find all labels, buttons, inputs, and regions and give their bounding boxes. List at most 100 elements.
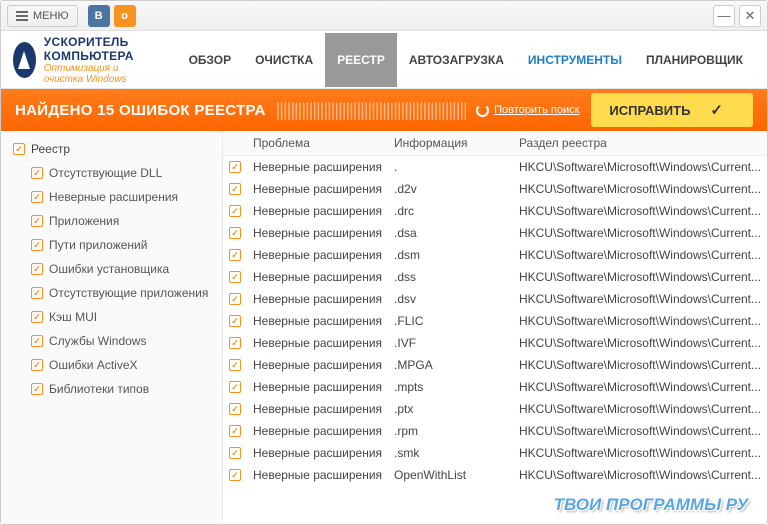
table-row[interactable]: Неверные расширения.IVFHKCU\Software\Mic…: [223, 332, 767, 354]
vk-button[interactable]: B: [88, 5, 110, 27]
checkbox-icon[interactable]: [31, 263, 43, 275]
checkbox-icon[interactable]: [31, 335, 43, 347]
cell-problem: Неверные расширения: [247, 310, 388, 332]
sidebar-item[interactable]: Приложения: [1, 209, 222, 233]
table-row[interactable]: Неверные расширения.d2vHKCU\Software\Mic…: [223, 178, 767, 200]
cell-section: HKCU\Software\Microsoft\Windows\Current.…: [513, 244, 767, 266]
table-row[interactable]: Неверные расширенияOpenWithListHKCU\Soft…: [223, 464, 767, 486]
checkbox-icon[interactable]: [31, 239, 43, 251]
repeat-search-link[interactable]: Повторить поиск: [476, 104, 579, 117]
checkbox-icon[interactable]: [229, 161, 241, 173]
fix-label: ИСПРАВИТЬ: [609, 103, 690, 118]
cell-section: HKCU\Software\Microsoft\Windows\Current.…: [513, 178, 767, 200]
nav-cleanup[interactable]: ОЧИСТКА: [243, 33, 325, 87]
table-row[interactable]: Неверные расширения.drcHKCU\Software\Mic…: [223, 200, 767, 222]
checkbox-icon[interactable]: [229, 359, 241, 371]
nav-overview[interactable]: ОБЗОР: [177, 33, 244, 87]
checkbox-icon[interactable]: [229, 315, 241, 327]
sidebar-item-label: Приложения: [49, 214, 119, 228]
cell-info: .MPGA: [388, 354, 513, 376]
nav-tools[interactable]: ИНСТРУМЕНТЫ: [516, 33, 634, 87]
checkbox-icon[interactable]: [31, 359, 43, 371]
table-row[interactable]: Неверные расширения.HKCU\Software\Micros…: [223, 156, 767, 179]
cell-info: .drc: [388, 200, 513, 222]
checkbox-icon[interactable]: [229, 271, 241, 283]
checkbox-icon[interactable]: [31, 215, 43, 227]
checkbox-icon[interactable]: [229, 447, 241, 459]
checkbox-icon[interactable]: [31, 383, 43, 395]
checkbox-icon[interactable]: [229, 205, 241, 217]
checkbox-icon[interactable]: [31, 311, 43, 323]
cell-problem: Неверные расширения: [247, 266, 388, 288]
checkbox-icon[interactable]: [229, 469, 241, 481]
cell-info: .ptx: [388, 398, 513, 420]
table-row[interactable]: Неверные расширения.mptsHKCU\Software\Mi…: [223, 376, 767, 398]
sidebar-header[interactable]: Реестр: [1, 137, 222, 161]
sidebar-item[interactable]: Отсутствующие DLL: [1, 161, 222, 185]
checkbox-icon[interactable]: [13, 143, 25, 155]
fix-button[interactable]: ИСПРАВИТЬ ✓: [591, 93, 753, 127]
sidebar-item[interactable]: Службы Windows: [1, 329, 222, 353]
cell-info: .dsm: [388, 244, 513, 266]
cell-info: .d2v: [388, 178, 513, 200]
nav-registry[interactable]: РЕЕСТР: [325, 33, 397, 87]
nav-autostart[interactable]: АВТОЗАГРУЗКА: [397, 33, 516, 87]
cell-problem: Неверные расширения: [247, 222, 388, 244]
checkbox-icon[interactable]: [229, 381, 241, 393]
cell-problem: Неверные расширения: [247, 354, 388, 376]
checkbox-icon[interactable]: [229, 337, 241, 349]
sidebar-item[interactable]: Библиотеки типов: [1, 377, 222, 401]
cell-section: HKCU\Software\Microsoft\Windows\Current.…: [513, 442, 767, 464]
table-row[interactable]: Неверные расширения.dsmHKCU\Software\Mic…: [223, 244, 767, 266]
table-row[interactable]: Неверные расширения.dsaHKCU\Software\Mic…: [223, 222, 767, 244]
menu-button[interactable]: МЕНЮ: [7, 5, 78, 27]
checkbox-icon[interactable]: [31, 287, 43, 299]
social-buttons: B o: [88, 5, 136, 27]
sidebar-item[interactable]: Отсутствующие приложения: [1, 281, 222, 305]
checkbox-icon[interactable]: [31, 167, 43, 179]
cell-section: HKCU\Software\Microsoft\Windows\Current.…: [513, 420, 767, 442]
table-row[interactable]: Неверные расширения.rpmHKCU\Software\Mic…: [223, 420, 767, 442]
table-row[interactable]: Неверные расширения.MPGAHKCU\Software\Mi…: [223, 354, 767, 376]
sidebar-item[interactable]: Ошибки ActiveX: [1, 353, 222, 377]
close-button[interactable]: ✕: [739, 5, 761, 27]
minimize-button[interactable]: —: [713, 5, 735, 27]
logo-subtitle: Оптимизация и очистка Windows: [44, 63, 157, 85]
checkbox-icon[interactable]: [229, 293, 241, 305]
cell-section: HKCU\Software\Microsoft\Windows\Current.…: [513, 464, 767, 486]
main-nav: ОБЗОР ОЧИСТКА РЕЕСТР АВТОЗАГРУЗКА ИНСТРУ…: [177, 33, 755, 87]
content: Реестр Отсутствующие DLLНеверные расшире…: [1, 131, 767, 524]
cell-problem: Неверные расширения: [247, 442, 388, 464]
checkbox-icon[interactable]: [229, 227, 241, 239]
app-window: МЕНЮ B o — ✕ УСКОРИТЕЛЬ КОМПЬЮТЕРА Оптим…: [0, 0, 768, 525]
col-checkbox: [223, 131, 247, 156]
table-row[interactable]: Неверные расширения.smkHKCU\Software\Mic…: [223, 442, 767, 464]
col-section[interactable]: Раздел реестра: [513, 131, 767, 156]
col-problem[interactable]: Проблема: [247, 131, 388, 156]
sidebar-item[interactable]: Неверные расширения: [1, 185, 222, 209]
cell-section: HKCU\Software\Microsoft\Windows\Current.…: [513, 354, 767, 376]
checkbox-icon[interactable]: [229, 403, 241, 415]
ok-button[interactable]: o: [114, 5, 136, 27]
checkbox-icon[interactable]: [229, 249, 241, 261]
sidebar-item-label: Ошибки ActiveX: [49, 358, 138, 372]
cell-problem: Неверные расширения: [247, 178, 388, 200]
sidebar-item[interactable]: Пути приложений: [1, 233, 222, 257]
cell-info: .dss: [388, 266, 513, 288]
menu-label: МЕНЮ: [33, 10, 69, 22]
cell-info: .dsa: [388, 222, 513, 244]
table-row[interactable]: Неверные расширения.dssHKCU\Software\Mic…: [223, 266, 767, 288]
cell-info: .dsv: [388, 288, 513, 310]
sidebar-item[interactable]: Ошибки установщика: [1, 257, 222, 281]
checkbox-icon[interactable]: [229, 183, 241, 195]
table-row[interactable]: Неверные расширения.FLICHKCU\Software\Mi…: [223, 310, 767, 332]
sidebar-item[interactable]: Кэш MUI: [1, 305, 222, 329]
cell-problem: Неверные расширения: [247, 156, 388, 179]
nav-scheduler[interactable]: ПЛАНИРОВЩИК: [634, 33, 755, 87]
table-row[interactable]: Неверные расширения.ptxHKCU\Software\Mic…: [223, 398, 767, 420]
col-info[interactable]: Информация: [388, 131, 513, 156]
checkbox-icon[interactable]: [229, 425, 241, 437]
table-row[interactable]: Неверные расширения.dsvHKCU\Software\Mic…: [223, 288, 767, 310]
cell-problem: Неверные расширения: [247, 244, 388, 266]
checkbox-icon[interactable]: [31, 191, 43, 203]
